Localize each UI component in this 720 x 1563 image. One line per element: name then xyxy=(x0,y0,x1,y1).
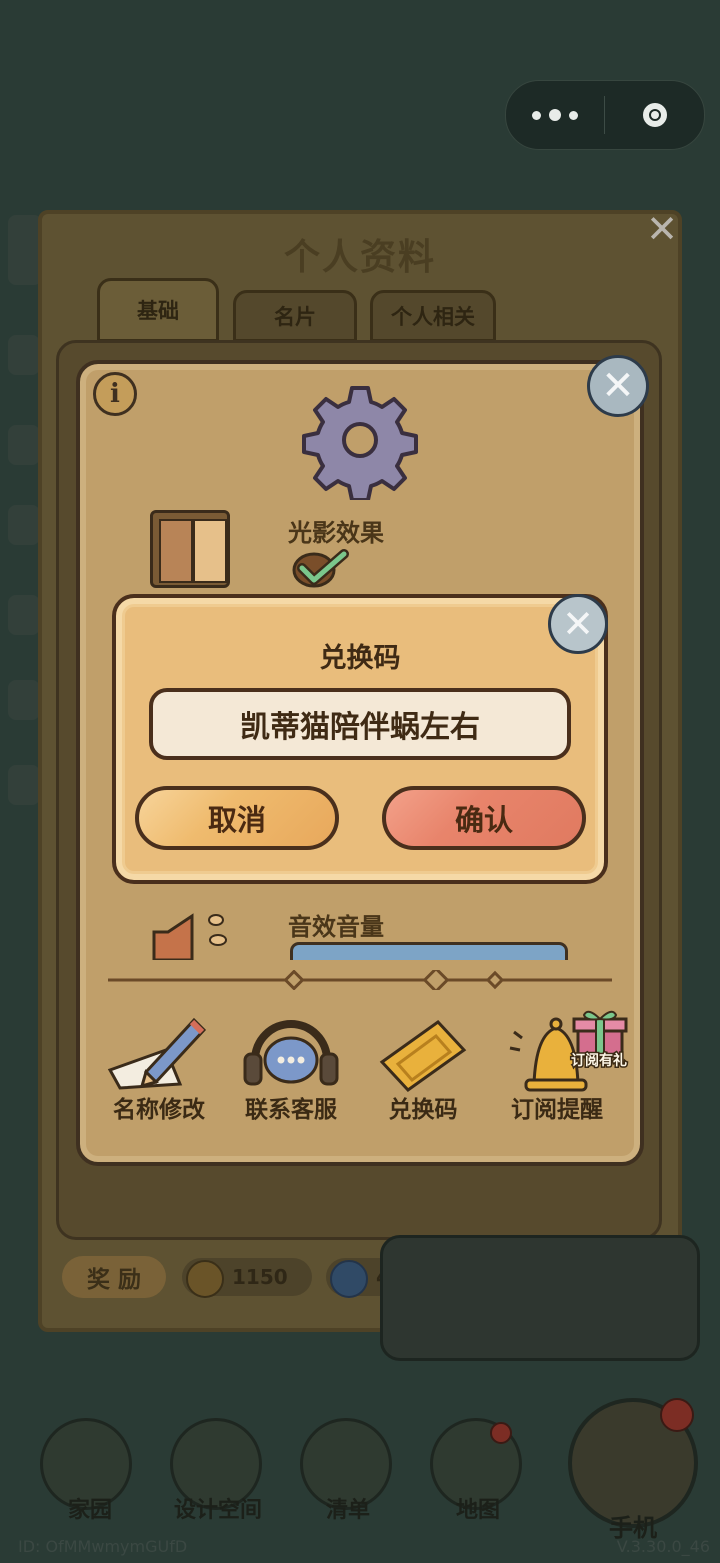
redeem-code-input[interactable] xyxy=(149,688,571,760)
side-return-icon xyxy=(8,505,40,545)
nav-map-label: 地图 xyxy=(455,1498,500,1523)
tab-personal[interactable]: 个人相关 xyxy=(370,290,496,342)
pencil-paper-icon xyxy=(107,1017,206,1090)
rename-button[interactable]: 名称修改 xyxy=(94,1010,224,1123)
nav-home-label: 家园 xyxy=(67,1498,112,1523)
swirl-icon xyxy=(330,1260,368,1298)
user-id: ID: OfMMwmymGUfD xyxy=(18,1537,188,1556)
light-effect-label: 光影效果 xyxy=(288,519,384,547)
side-hello-kitty-icon xyxy=(8,765,40,805)
profile-title: 个人资料 xyxy=(283,237,436,278)
subscribe-reminder-label: 订阅提醒 xyxy=(511,1097,603,1123)
sound-volume-slider[interactable] xyxy=(290,942,568,960)
customer-service-button[interactable]: 联系客服 xyxy=(226,1010,356,1123)
sound-volume-label: 音效音量 xyxy=(288,913,384,941)
redeem-code-button[interactable]: 兑换码 xyxy=(358,1010,488,1123)
mini-program-capsule xyxy=(505,80,705,150)
rename-label: 名称修改 xyxy=(113,1097,205,1123)
side-summer-icon xyxy=(8,680,40,720)
nav-list-label: 清单 xyxy=(325,1498,370,1523)
more-dots-icon xyxy=(532,110,541,120)
coin-value: 1150 xyxy=(232,1265,288,1289)
phone-notification-dot xyxy=(660,1398,694,1432)
light-switch-icon xyxy=(150,510,230,588)
reward-label: 奖 励 xyxy=(62,1256,166,1298)
close-icon: ✕ xyxy=(562,602,594,646)
confirm-button[interactable]: 确认 xyxy=(382,786,586,850)
gift-badge-label: 订阅有礼 xyxy=(570,1052,629,1071)
speech-bubble xyxy=(380,1235,700,1361)
info-icon[interactable]: i xyxy=(93,372,137,416)
coin-counter: 1150 xyxy=(182,1258,312,1298)
customer-service-label: 联系客服 xyxy=(245,1097,337,1123)
redeem-dialog-title: 兑换码 xyxy=(319,643,401,674)
map-notification-dot xyxy=(490,1422,512,1444)
version-label: V.3.30.0_46 xyxy=(616,1537,710,1556)
settings-close-button[interactable]: ✕ xyxy=(587,355,649,417)
light-effect-toggle[interactable] xyxy=(292,548,350,588)
speaker-icon xyxy=(152,913,227,960)
tab-card[interactable]: 名片 xyxy=(233,290,357,342)
more-dots-icon-center xyxy=(549,109,561,121)
target-close-icon xyxy=(642,103,667,127)
cancel-button[interactable]: 取消 xyxy=(135,786,339,850)
profile-close-icon[interactable]: ✕ xyxy=(642,210,682,250)
close-icon: ✕ xyxy=(601,363,635,409)
gear-icon xyxy=(302,386,418,500)
close-miniprogram-button[interactable] xyxy=(605,103,704,127)
coin-icon xyxy=(186,1260,224,1298)
more-dots-icon-right xyxy=(569,110,578,120)
side-invite-icon xyxy=(8,425,40,465)
headset-icon xyxy=(243,1020,339,1086)
tab-basic[interactable]: 基础 xyxy=(97,278,219,342)
ornament-divider xyxy=(108,970,612,990)
nav-design-label: 设计空间 xyxy=(173,1498,262,1523)
side-icon-1 xyxy=(8,335,40,375)
redeem-code-label: 兑换码 xyxy=(388,1097,458,1123)
redeem-close-button[interactable]: ✕ xyxy=(548,594,608,654)
side-icon-4 xyxy=(8,595,40,635)
more-menu-button[interactable] xyxy=(506,81,604,149)
ticket-icon xyxy=(379,1020,467,1092)
